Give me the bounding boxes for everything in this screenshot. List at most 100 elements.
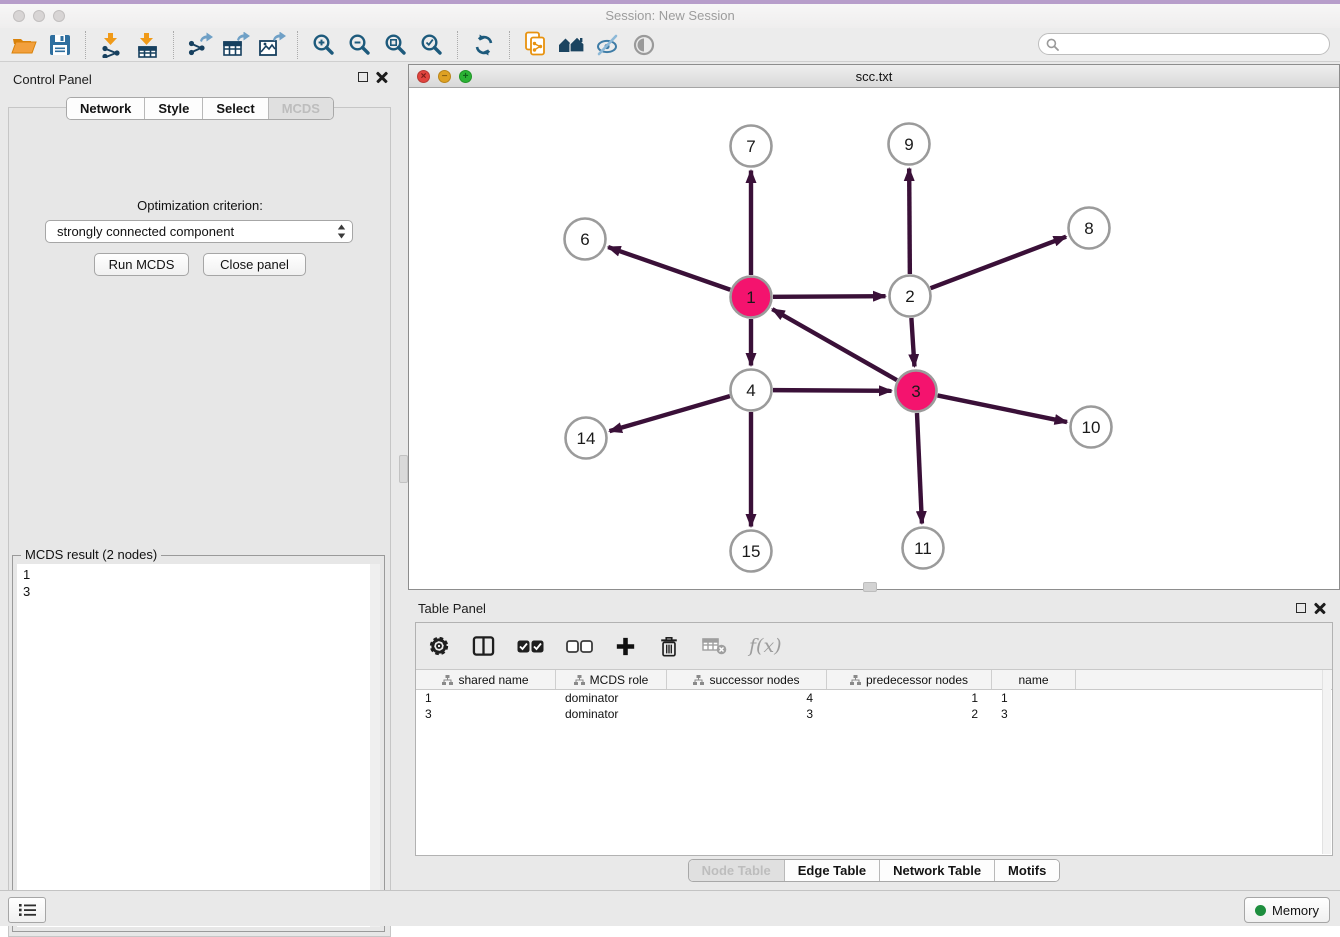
mcds-result-text[interactable]: 1 3 <box>17 564 370 927</box>
import-network-button[interactable] <box>94 29 130 61</box>
open-session-button[interactable] <box>6 29 42 61</box>
table-tab-node-table[interactable]: Node Table <box>689 860 784 881</box>
node-14[interactable]: 14 <box>566 418 607 459</box>
table-tab-network-table[interactable]: Network Table <box>879 860 994 881</box>
table-row[interactable]: 3dominator323 <box>416 706 1332 722</box>
tab-mcds[interactable]: MCDS <box>268 98 333 119</box>
table-cell[interactable]: 1 <box>416 690 556 706</box>
edge-3-11[interactable] <box>917 413 922 524</box>
delete-table-button[interactable] <box>702 636 727 656</box>
column-header-predecessor-nodes[interactable]: predecessor nodes <box>827 670 992 689</box>
svg-text:6: 6 <box>580 230 589 249</box>
node-7[interactable]: 7 <box>731 126 772 167</box>
houses-button[interactable] <box>554 29 590 61</box>
delete-column-button[interactable] <box>658 635 680 658</box>
select-all-button[interactable] <box>517 640 544 653</box>
table-cell[interactable]: 4 <box>667 690 827 706</box>
table-row[interactable]: 1dominator411 <box>416 690 1332 706</box>
node-11[interactable]: 11 <box>903 528 944 569</box>
column-header-shared-name[interactable]: shared name <box>416 670 556 689</box>
deselect-all-button[interactable] <box>566 640 593 653</box>
node-4[interactable]: 4 <box>731 370 772 411</box>
zoom-out-button[interactable] <box>342 29 378 61</box>
toggle-panes-button[interactable] <box>472 635 495 657</box>
table-cell[interactable]: 1 <box>827 690 992 706</box>
refresh-button[interactable] <box>466 29 502 61</box>
edge-4-14[interactable] <box>610 396 730 431</box>
node-15[interactable]: 15 <box>731 531 772 572</box>
import-table-icon <box>135 32 161 58</box>
task-history-button[interactable] <box>8 897 46 923</box>
optimization-criterion-select[interactable]: strongly connected component <box>45 220 353 243</box>
duplicate-network-button[interactable] <box>518 29 554 61</box>
table-cell[interactable]: 1 <box>992 690 1076 706</box>
import-table-button[interactable] <box>130 29 166 61</box>
birdseye-button[interactable] <box>626 29 662 61</box>
edge-2-3[interactable] <box>911 318 914 367</box>
close-panel-icon[interactable] <box>1314 602 1326 614</box>
search-input[interactable] <box>1063 36 1329 52</box>
table-cell[interactable]: 2 <box>827 706 992 722</box>
table-tab-edge-table[interactable]: Edge Table <box>784 860 879 881</box>
node-3[interactable]: 3 <box>896 371 937 412</box>
close-panel-icon[interactable] <box>376 71 388 83</box>
zoom-fit-button[interactable] <box>378 29 414 61</box>
tab-select[interactable]: Select <box>202 98 267 119</box>
open-folder-icon <box>11 33 38 57</box>
column-header-name[interactable]: name <box>992 670 1076 689</box>
table-cell[interactable]: dominator <box>556 706 667 722</box>
table-cell[interactable]: 3 <box>416 706 556 722</box>
node-6[interactable]: 6 <box>565 219 606 260</box>
panel-divider-grip[interactable] <box>399 455 408 483</box>
edge-1-2[interactable] <box>773 296 886 297</box>
zoom-selected-button[interactable] <box>414 29 450 61</box>
result-scrollbar[interactable] <box>370 564 380 927</box>
window-resize-grip[interactable] <box>863 582 877 592</box>
edge-3-1[interactable] <box>772 309 897 380</box>
node-1[interactable]: 1 <box>731 277 772 318</box>
table-cell[interactable]: 3 <box>667 706 827 722</box>
edge-2-8[interactable] <box>931 237 1067 288</box>
tab-network[interactable]: Network <box>67 98 144 119</box>
node-10[interactable]: 10 <box>1071 407 1112 448</box>
table-cell[interactable]: 3 <box>992 706 1076 722</box>
style-eye-button[interactable] <box>590 29 626 61</box>
tab-style[interactable]: Style <box>144 98 202 119</box>
memory-button[interactable]: Memory <box>1244 897 1330 923</box>
table-settings-button[interactable] <box>428 635 450 657</box>
edge-3-10[interactable] <box>938 395 1067 422</box>
zoom-in-button[interactable] <box>306 29 342 61</box>
memory-status-icon <box>1255 905 1266 916</box>
function-builder-button[interactable]: f(x) <box>749 635 782 657</box>
table-header-row: shared nameMCDS rolesuccessor nodesprede… <box>416 669 1332 690</box>
add-column-button[interactable] <box>615 636 636 657</box>
float-panel-icon[interactable] <box>1296 603 1306 613</box>
network-window-titlebar[interactable]: × − + scc.txt <box>409 65 1339 88</box>
svg-text:8: 8 <box>1084 219 1093 238</box>
node-8[interactable]: 8 <box>1069 208 1110 249</box>
node-9[interactable]: 9 <box>889 124 930 165</box>
close-panel-button[interactable]: Close panel <box>203 253 306 276</box>
search-icon <box>1046 38 1059 51</box>
table-cell[interactable]: dominator <box>556 690 667 706</box>
export-image-button[interactable] <box>254 29 290 61</box>
edge-4-3[interactable] <box>773 390 892 391</box>
column-header-successor-nodes[interactable]: successor nodes <box>667 670 827 689</box>
network-canvas[interactable]: 1 2 3 4 6 7 8 9 10 11 14 15 <box>410 88 1339 589</box>
control-panel-header: Control Panel <box>0 62 400 94</box>
export-table-icon <box>222 32 250 58</box>
column-header-MCDS-role[interactable]: MCDS role <box>556 670 667 689</box>
edge-2-9[interactable] <box>909 168 910 274</box>
export-table-button[interactable] <box>218 29 254 61</box>
table-tab-group: Node TableEdge TableNetwork TableMotifs <box>688 859 1061 882</box>
edge-1-6[interactable] <box>608 247 730 290</box>
table-scrollbar[interactable] <box>1322 670 1331 854</box>
export-network-button[interactable] <box>182 29 218 61</box>
save-session-button[interactable] <box>42 29 78 61</box>
node-2[interactable]: 2 <box>890 276 931 317</box>
toolbar-separator <box>85 31 87 59</box>
search-field[interactable] <box>1038 33 1330 55</box>
float-panel-icon[interactable] <box>358 72 368 82</box>
table-tab-motifs[interactable]: Motifs <box>994 860 1059 881</box>
run-mcds-button[interactable]: Run MCDS <box>94 253 189 276</box>
